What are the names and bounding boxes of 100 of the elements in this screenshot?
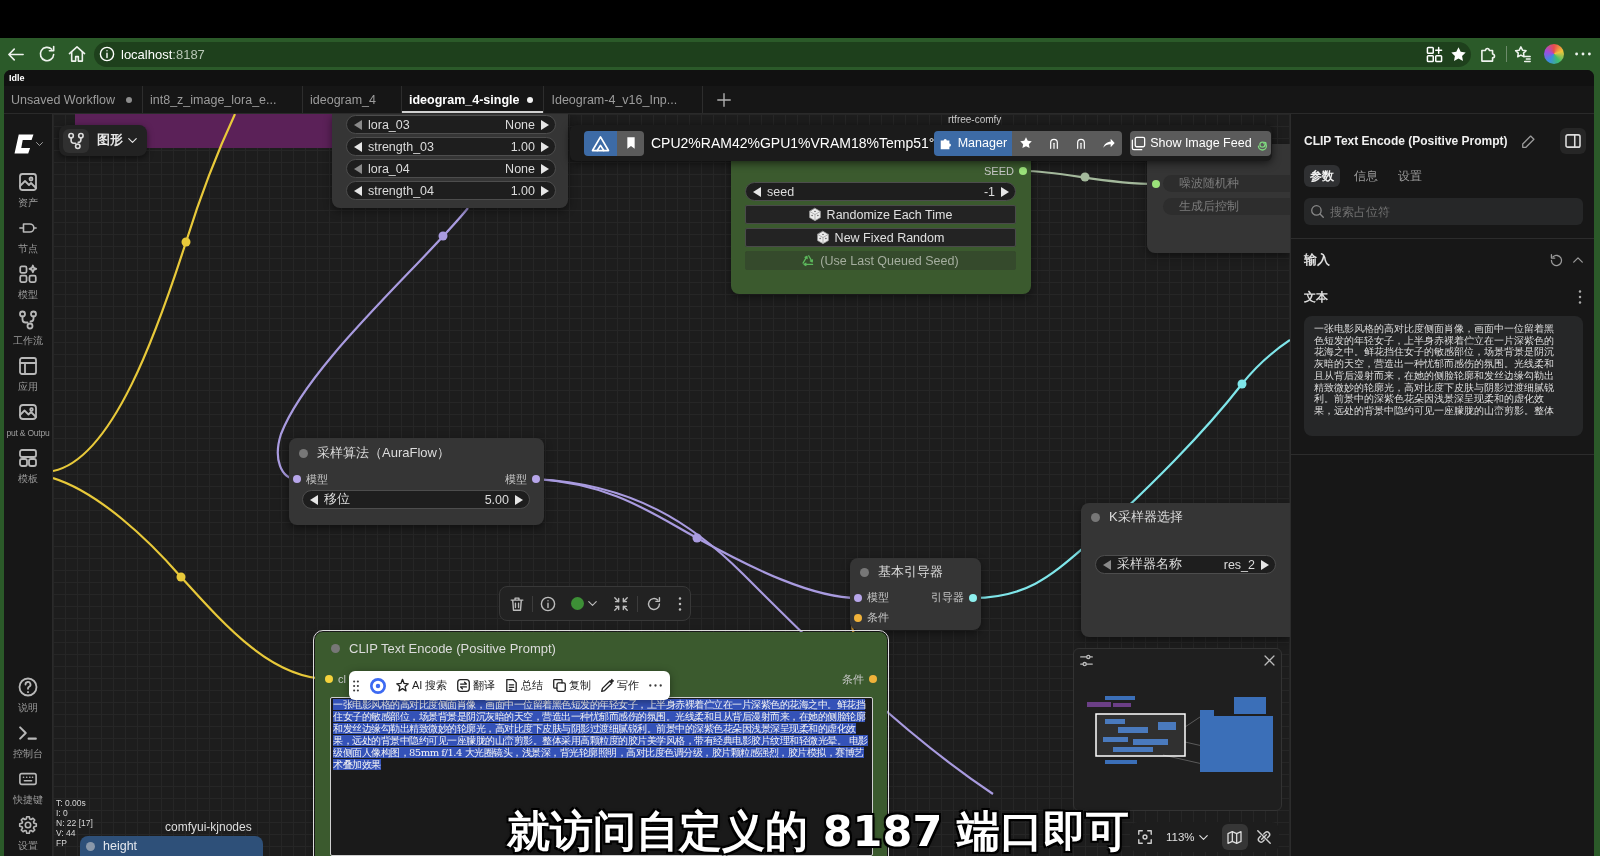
plus-icon[interactable]: [717, 92, 732, 107]
ai-action-button[interactable]: 复制: [553, 678, 592, 693]
star-button[interactable]: [1012, 130, 1040, 156]
graph-view-button[interactable]: [63, 128, 89, 153]
reload-icon[interactable]: [39, 46, 55, 62]
right-arrow-icon[interactable]: [541, 185, 549, 196]
slot-dot-icon[interactable]: [293, 475, 301, 483]
number-widget[interactable]: seed -1: [745, 182, 1016, 201]
avatar-icon[interactable]: [1544, 44, 1564, 64]
graph-dropdown[interactable]: 图形: [97, 132, 137, 149]
right-arrow-icon[interactable]: [541, 163, 549, 174]
ai-action-button[interactable]: 翻译: [457, 678, 496, 693]
right-arrow-icon[interactable]: [541, 119, 549, 130]
right-arrow-icon[interactable]: [541, 141, 549, 152]
slot-dot-icon[interactable]: [325, 675, 333, 683]
sidebar-item[interactable]: 工作流: [4, 311, 52, 357]
pencil-icon[interactable]: [1521, 134, 1535, 148]
sidebar-item[interactable]: put & Outpu: [4, 403, 52, 449]
focus-frame-icon[interactable]: [1138, 830, 1152, 844]
ai-action-button[interactable]: 写作: [601, 678, 640, 693]
broken-link-icon[interactable]: [1256, 830, 1271, 844]
chevron-down-icon[interactable]: [35, 142, 43, 146]
info-icon[interactable]: [541, 596, 555, 611]
sidebar-item[interactable]: 应用: [4, 357, 52, 403]
slot-dot-icon[interactable]: [854, 593, 862, 602]
slot-dot-icon[interactable]: [854, 613, 862, 622]
combo-widget[interactable]: lora_04 None: [346, 159, 556, 178]
grip-icon[interactable]: [353, 679, 359, 692]
star-list-icon[interactable]: [1515, 46, 1531, 62]
more-vertical-icon[interactable]: [1578, 290, 1582, 304]
more-icon[interactable]: [649, 684, 663, 687]
close-icon[interactable]: [1264, 655, 1275, 666]
workflow-tab[interactable]: ideogram_4: [303, 86, 402, 113]
minimap-toggle-button[interactable]: [1221, 824, 1248, 850]
number-widget[interactable]: strength_03 1.00: [346, 137, 556, 156]
combo-widget[interactable]: 采样器名称 res_2: [1095, 555, 1276, 574]
workflow-tab[interactable]: Ideogram-4_v16_Inp...: [544, 86, 704, 113]
workflow-tab[interactable]: Unsaved Workflow: [4, 86, 143, 113]
star-icon[interactable]: [1451, 46, 1466, 62]
logo-icon[interactable]: [13, 134, 34, 154]
bookmark-button[interactable]: [617, 130, 644, 156]
slot-dot-icon[interactable]: [969, 593, 977, 602]
chevron-up-icon[interactable]: [1573, 257, 1583, 263]
workflow-tab[interactable]: int8_z_image_lora_e...: [143, 86, 303, 113]
color-swatch-icon[interactable]: [571, 597, 584, 610]
ring-logo-icon[interactable]: [370, 677, 386, 694]
collapse-dot-icon[interactable]: [331, 643, 340, 653]
number-widget[interactable]: strength_04 1.00: [346, 181, 556, 200]
more-vertical-icon[interactable]: [678, 596, 682, 611]
mountain-icon: [592, 135, 609, 151]
slot-dot-icon[interactable]: [1152, 179, 1160, 188]
combo-widget[interactable]: lora_03 None: [346, 115, 556, 134]
collapse-dot-icon[interactable]: [860, 567, 869, 577]
text-area[interactable]: 一张电影风格的高对比度侧面肖像，画面中一位留着黑色短发的年轻女子，上半身赤裸着伫立在一片深紫色的花海之中。鲜花挡住女子的敏感部位，场景背景是阴沉灰暗的天空，营造出一种忧郁而感伤的氛围。光线柔和且从背后漫射而来，在她的侧脸轮廓和发丝边缘勾勒出精致微妙的轮廓光，高对比度下皮肤与阴影过渡细腻锐利。前景中的深紫色花朵因浅景深呈现柔和的虚化效果，远处的背景中隐约可见一座朦胧的山峦剪影。整体: [1304, 316, 1583, 436]
address-bar[interactable]: localhost:8187: [94, 41, 1471, 67]
search-box[interactable]: 搜索占位符: [1304, 198, 1583, 225]
puzzle-icon[interactable]: [1481, 46, 1497, 62]
home-icon[interactable]: [69, 46, 85, 62]
chevron-down-icon[interactable]: [588, 601, 597, 606]
collapse-dot-icon[interactable]: [1091, 512, 1100, 522]
sidebar-item[interactable]: 模板: [4, 449, 52, 495]
sidebar-item[interactable]: 节点: [4, 219, 52, 265]
sidebar-item[interactable]: 控制台: [4, 718, 52, 764]
share-button[interactable]: [1094, 130, 1123, 156]
number-widget[interactable]: 移位 5.00: [302, 490, 530, 509]
panel-tab[interactable]: 信息: [1348, 165, 1384, 187]
more-icon[interactable]: [1575, 52, 1591, 56]
collapse-dot-icon[interactable]: [86, 841, 95, 851]
workflow-tab[interactable]: ideogram_4-single: [402, 86, 545, 113]
slot-dot-icon[interactable]: [869, 675, 877, 683]
apps-grid-icon[interactable]: [1427, 46, 1442, 62]
widget-button[interactable]: Randomize Each Time: [745, 205, 1016, 224]
slot-dot-icon[interactable]: [1019, 167, 1027, 175]
search-field[interactable]: 搜索占位符: [1330, 200, 1583, 223]
reset-icon[interactable]: [1550, 253, 1563, 267]
sidebar-item[interactable]: 资产: [4, 173, 52, 219]
right-arrow-icon[interactable]: [1001, 186, 1009, 197]
panel-tab[interactable]: 设置: [1392, 165, 1428, 187]
trash-icon[interactable]: [510, 596, 524, 611]
sidebar-item[interactable]: 模型: [4, 265, 52, 311]
panel-toggle-button[interactable]: [1560, 128, 1586, 154]
back-icon[interactable]: [8, 47, 24, 61]
panel-tab[interactable]: 参数: [1304, 165, 1340, 187]
slot-dot-icon[interactable]: [532, 475, 540, 483]
manager-button[interactable]: Manager: [934, 130, 1013, 156]
ai-action-button[interactable]: 总结: [505, 678, 544, 693]
collapse-dot-icon[interactable]: [299, 448, 308, 458]
sidebar-item[interactable]: 快捷键: [4, 764, 52, 810]
ai-action-button[interactable]: AI 搜索: [396, 678, 448, 693]
logo-button[interactable]: [584, 130, 617, 156]
sidebar-item[interactable]: 设置: [4, 810, 52, 856]
right-arrow-icon[interactable]: [515, 494, 523, 505]
image-feed-button[interactable]: Show Image Feed: [1130, 130, 1272, 156]
zoom-dropdown[interactable]: 113%: [1166, 831, 1208, 843]
right-arrow-icon[interactable]: [1261, 559, 1269, 570]
compress-arrows-icon[interactable]: [614, 596, 628, 611]
sliders-icon[interactable]: [1080, 654, 1093, 667]
sidebar-item[interactable]: 说明: [4, 672, 52, 718]
widget-button[interactable]: New Fixed Random: [745, 228, 1016, 247]
redo-icon[interactable]: [647, 596, 661, 611]
